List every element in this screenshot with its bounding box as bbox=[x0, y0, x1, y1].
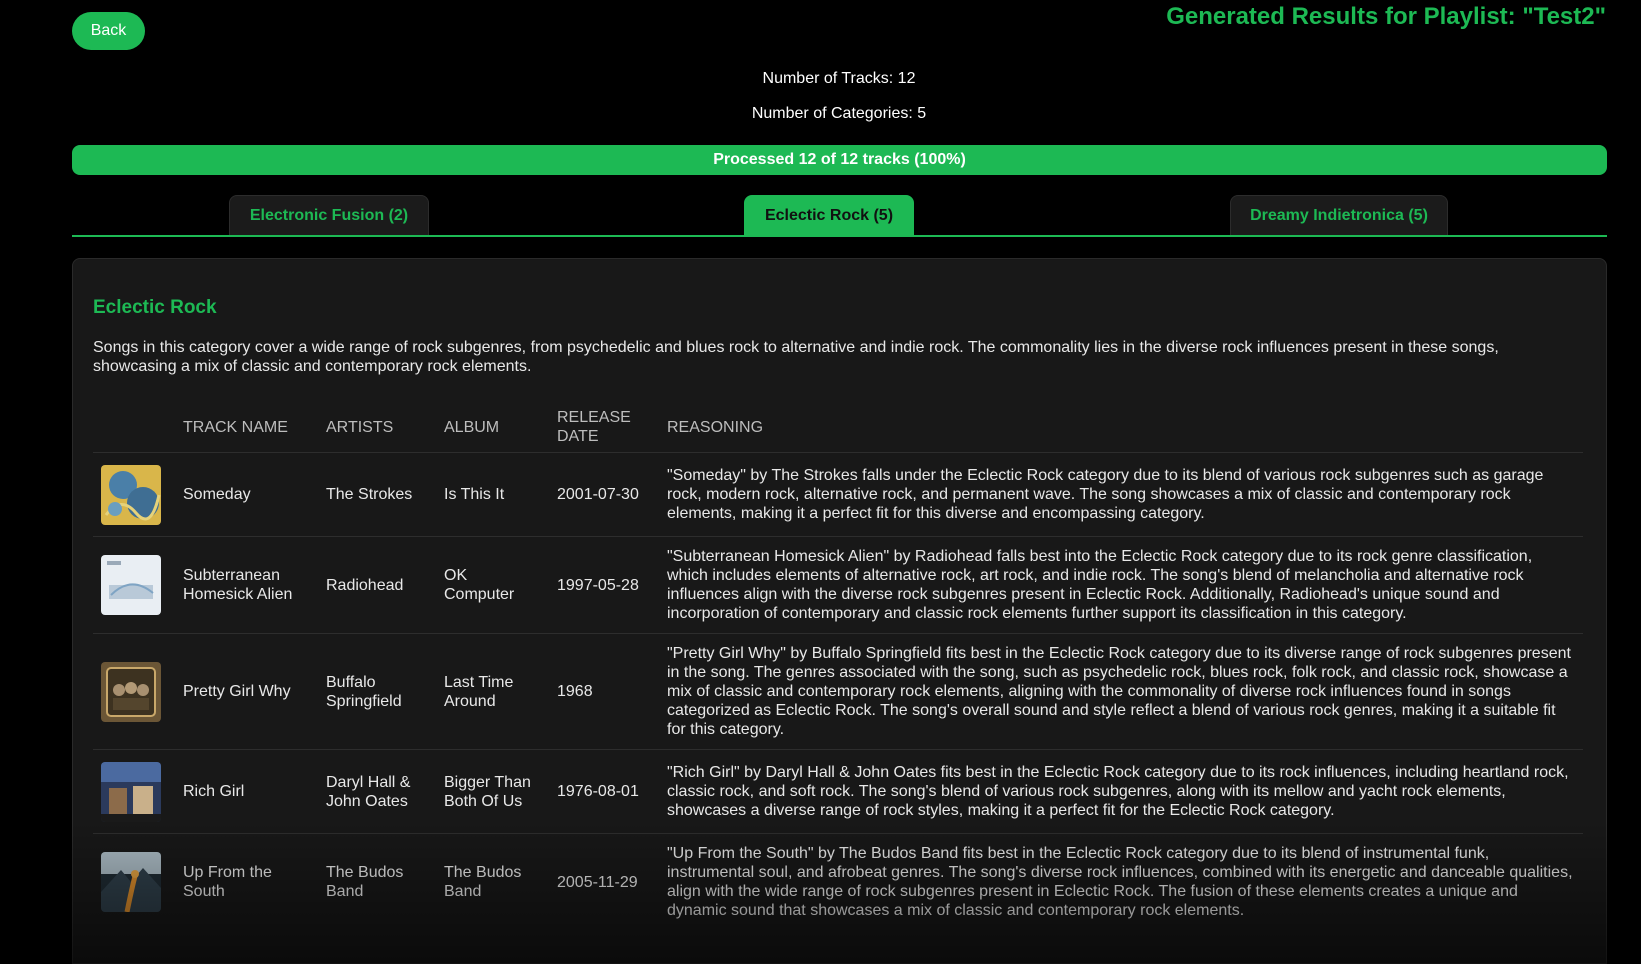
tab-electronic-fusion[interactable]: Electronic Fusion (2) bbox=[229, 195, 429, 236]
category-count: Number of Categories: 5 bbox=[751, 105, 927, 122]
progress-label: Processed 12 of 12 tracks (100%) bbox=[713, 151, 966, 168]
category-title: Eclectic Rock bbox=[93, 297, 217, 318]
tab-eclectic-rock[interactable]: Eclectic Rock (5) bbox=[744, 195, 914, 236]
track-artists: The Strokes bbox=[318, 452, 436, 537]
track-release-date: 1968 bbox=[549, 633, 659, 750]
track-artists: The Budos Band bbox=[318, 833, 436, 931]
header-cover bbox=[93, 402, 175, 453]
header-reasoning: REASONING bbox=[667, 418, 764, 436]
tabs-underline bbox=[72, 235, 1607, 237]
album-cover-is-this-it-icon bbox=[101, 464, 161, 525]
tab-dreamy-indietronica[interactable]: Dreamy Indietronica (5) bbox=[1230, 195, 1448, 236]
header-track-name[interactable]: TRACK NAME bbox=[175, 402, 318, 453]
page-title: Generated Results for Playlist: "Test2" bbox=[1166, 3, 1606, 30]
header-album[interactable]: ALBUM bbox=[436, 402, 549, 453]
album-cover-the-budos-band-icon bbox=[101, 852, 161, 913]
track-count: Number of Tracks: 12 bbox=[762, 70, 916, 87]
header-artists[interactable]: ARTISTS bbox=[318, 402, 436, 453]
track-album: Bigger Than Both Of Us bbox=[436, 749, 549, 834]
track-artists: Radiohead bbox=[318, 536, 436, 634]
back-button[interactable]: Back bbox=[72, 12, 145, 50]
tracks-table: TRACK NAME ARTISTS ALBUM RELEASE DATE RE… bbox=[93, 402, 1583, 931]
track-reasoning: "Up From the South" by The Budos Band fi… bbox=[659, 833, 1583, 931]
track-name: Pretty Girl Why bbox=[175, 633, 318, 750]
track-name: Subterranean Homesick Alien bbox=[175, 536, 318, 634]
track-release-date: 1997-05-28 bbox=[549, 536, 659, 634]
track-reasoning: "Someday" by The Strokes falls under the… bbox=[659, 452, 1583, 537]
table-row[interactable]: Someday The Strokes Is This It 2001-07-3… bbox=[93, 452, 1583, 537]
table-row[interactable]: Rich Girl Daryl Hall & John Oates Bigger… bbox=[93, 749, 1583, 834]
album-cover-bigger-than-both-of-us-icon bbox=[101, 761, 161, 822]
track-name: Up From the South bbox=[175, 833, 318, 931]
track-release-date: 1976-08-01 bbox=[549, 749, 659, 834]
track-name: Someday bbox=[175, 452, 318, 537]
track-album: Last Time Around bbox=[436, 633, 549, 750]
album-cover-last-time-around-icon bbox=[101, 661, 161, 722]
table-row[interactable]: Subterranean Homesick Alien Radiohead OK… bbox=[93, 536, 1583, 634]
track-reasoning: "Subterranean Homesick Alien" by Radiohe… bbox=[659, 536, 1583, 634]
track-release-date: 2005-11-29 bbox=[549, 833, 659, 931]
category-description: Songs in this category cover a wide rang… bbox=[93, 339, 1499, 375]
category-panel: Eclectic Rock Songs in this category cov… bbox=[72, 258, 1607, 964]
track-reasoning: "Rich Girl" by Daryl Hall & John Oates f… bbox=[659, 749, 1583, 834]
track-name: Rich Girl bbox=[175, 749, 318, 834]
header-release-date[interactable]: RELEASE DATE bbox=[549, 402, 659, 453]
track-album: Is This It bbox=[436, 452, 549, 537]
album-cover-ok-computer-icon bbox=[101, 555, 161, 615]
track-album: The Budos Band bbox=[436, 833, 549, 931]
table-row[interactable]: Up From the South The Budos Band The Bud… bbox=[93, 833, 1583, 931]
table-header-row: TRACK NAME ARTISTS ALBUM RELEASE DATE RE… bbox=[93, 402, 1583, 453]
track-album: OK Computer bbox=[436, 536, 549, 634]
track-artists: Daryl Hall & John Oates bbox=[318, 749, 436, 834]
track-release-date: 2001-07-30 bbox=[549, 452, 659, 537]
track-reasoning: "Pretty Girl Why" by Buffalo Springfield… bbox=[659, 633, 1583, 750]
track-artists: Buffalo Springfield bbox=[318, 633, 436, 750]
progress-bar: Processed 12 of 12 tracks (100%) bbox=[72, 145, 1607, 175]
table-row[interactable]: Pretty Girl Why Buffalo Springfield Last… bbox=[93, 633, 1583, 750]
